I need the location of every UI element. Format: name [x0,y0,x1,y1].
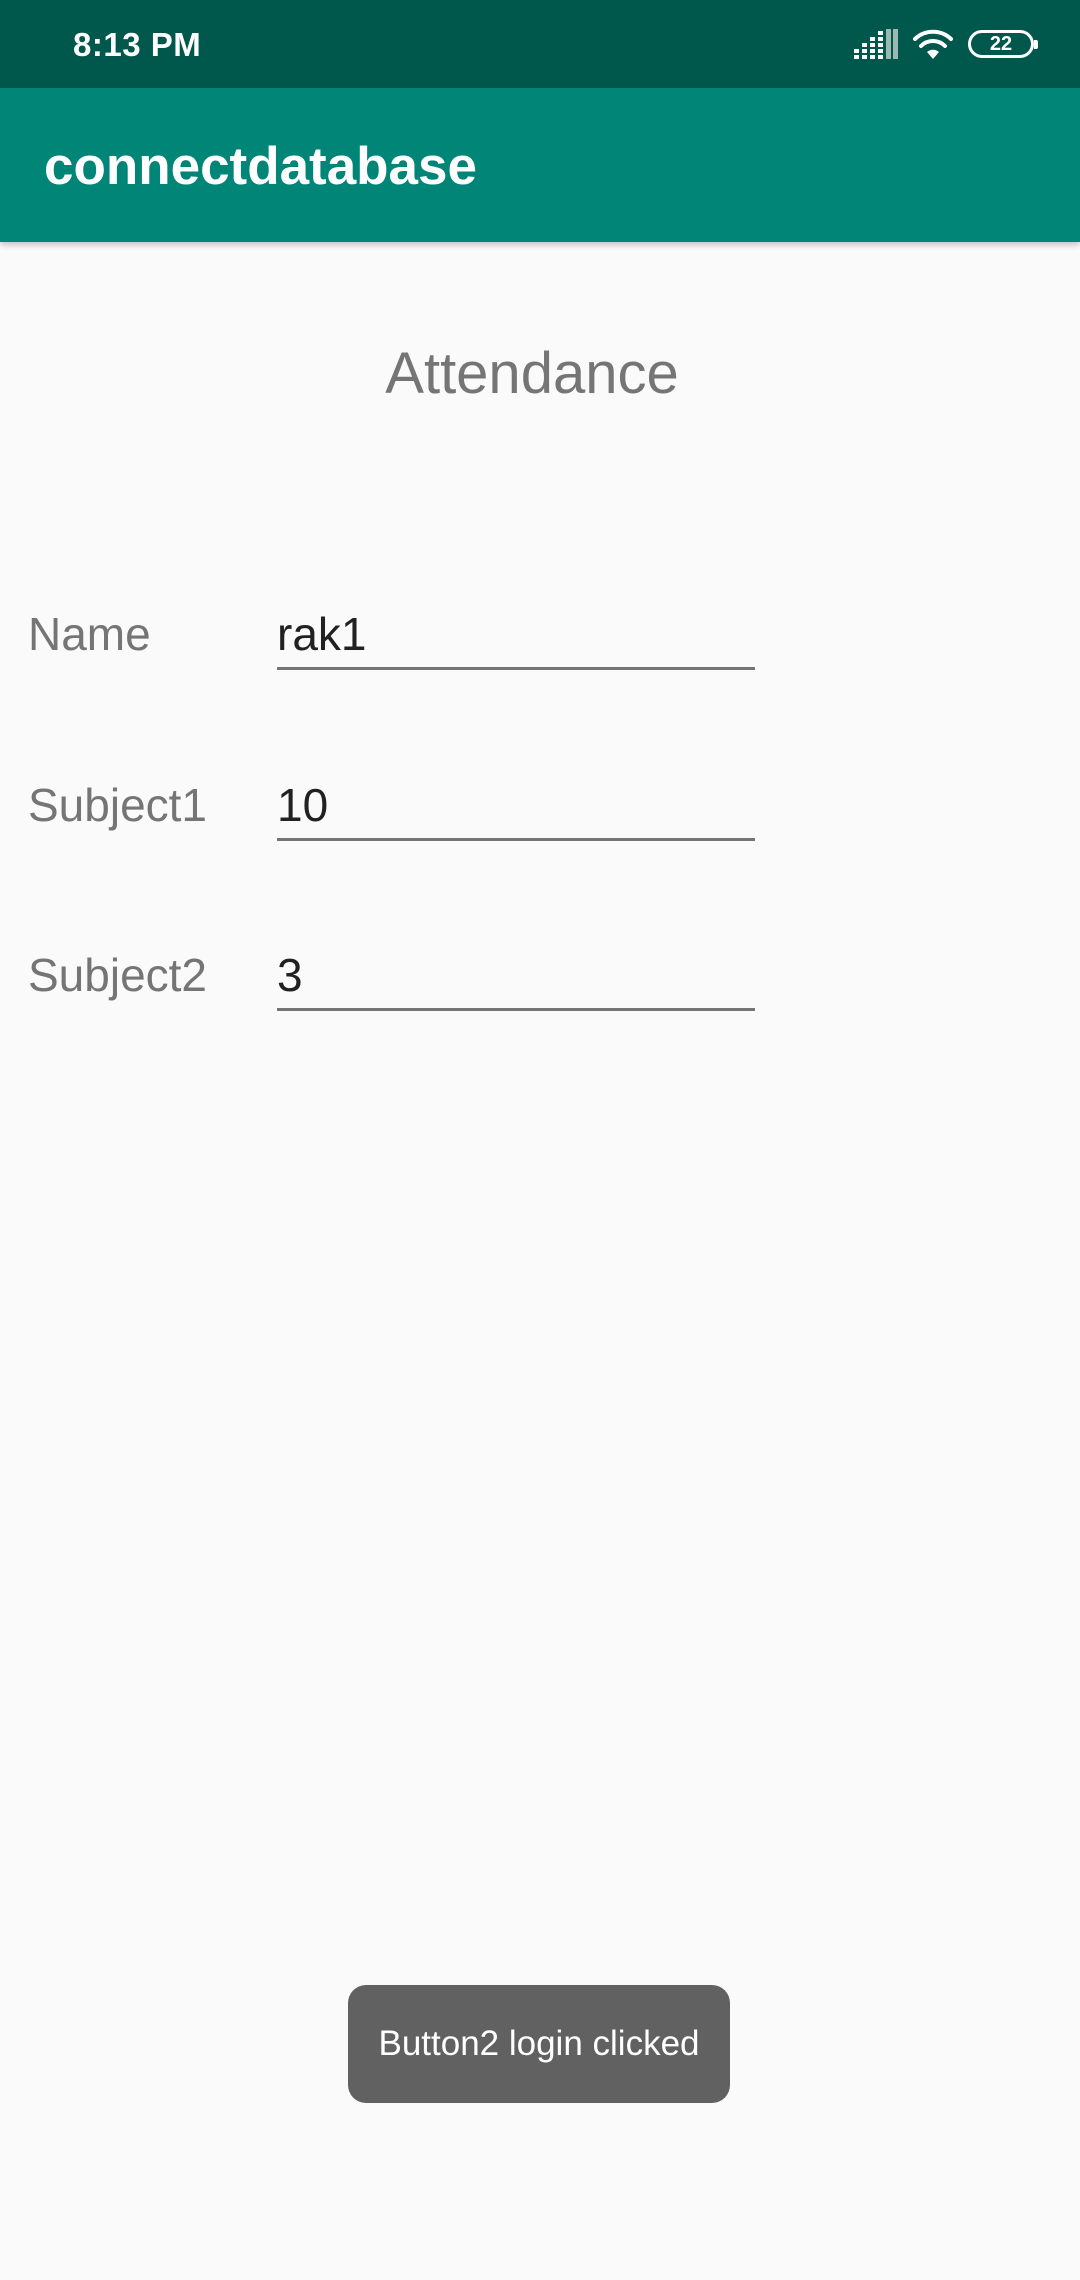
page-heading: Attendance [385,341,679,406]
subject1-field[interactable] [277,771,755,841]
battery-level: 22 [989,32,1013,55]
subject2-field[interactable] [277,941,755,1011]
name-label: Name [28,608,151,660]
app-title: connectdatabase [44,137,477,196]
toast-message: Button2 login clicked [348,1985,730,2103]
name-field[interactable] [277,600,755,670]
battery-tip [1034,40,1038,49]
battery-icon: 22 [968,30,1038,58]
subject2-label: Subject2 [28,949,208,1001]
wifi-icon [913,29,953,59]
status-time: 8:13 PM [73,26,202,63]
status-bar: 8:13 PM 22 [0,0,1080,88]
subject1-label: Subject1 [28,779,208,831]
status-icons: 22 [854,24,1038,64]
signal-icon [854,29,898,59]
app-bar: connectdatabase [0,88,1080,242]
